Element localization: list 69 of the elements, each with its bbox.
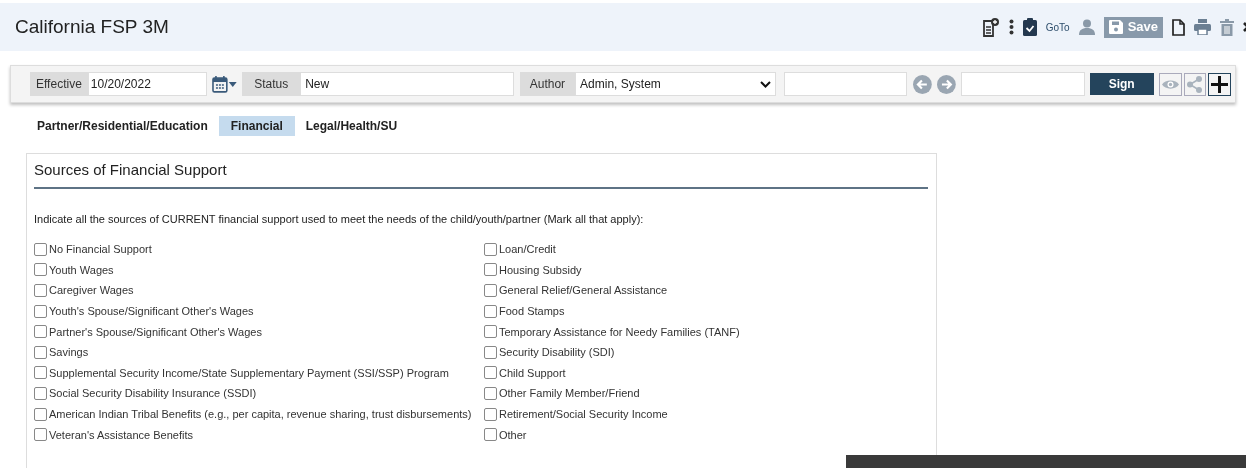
checkbox[interactable] — [484, 263, 497, 277]
plus-icon — [1211, 75, 1229, 93]
eye-button[interactable] — [1158, 72, 1182, 96]
next-icon[interactable] — [937, 74, 956, 94]
checkbox[interactable] — [34, 325, 47, 339]
status-field[interactable]: New — [300, 72, 514, 96]
checkbox[interactable] — [484, 325, 497, 339]
checkbox-label: Youth's Spouse/Significant Other's Wages — [49, 304, 254, 319]
share-icon — [1187, 75, 1203, 93]
checkbox[interactable] — [34, 386, 47, 400]
checkbox[interactable] — [484, 407, 497, 421]
checkbox-label: American Indian Tribal Benefits (e.g., per capita, revenue sharing, trust disbursements) — [49, 407, 472, 422]
date-field[interactable]: 10/20/2022 — [87, 72, 208, 96]
checkbox[interactable] — [484, 345, 497, 359]
person-icon[interactable] — [1078, 19, 1095, 35]
section-title: Sources of Financial Support — [34, 154, 928, 189]
checkbox-label: Other — [499, 427, 527, 442]
author-label: Author — [519, 72, 576, 96]
previous-icon[interactable] — [913, 74, 933, 94]
more-icon[interactable] — [1008, 19, 1014, 35]
trash-icon[interactable] — [1220, 18, 1234, 36]
checkbox-label: Food Stamps — [499, 304, 565, 319]
checkbox-label: Youth Wages — [49, 262, 114, 277]
checkbox-label: Caregiver Wages — [49, 283, 134, 298]
checkbox[interactable] — [34, 366, 47, 380]
checkbox-label: Other Family Member/Friend — [499, 386, 640, 401]
sign-button[interactable]: Sign — [1089, 73, 1154, 95]
clipboard-check-icon[interactable] — [1022, 18, 1037, 36]
checkbox[interactable] — [484, 428, 497, 442]
printer-icon[interactable] — [1194, 19, 1211, 35]
checkbox[interactable] — [484, 284, 497, 297]
text-field[interactable] — [960, 72, 1085, 96]
add-note-icon[interactable] — [982, 17, 1000, 37]
checkbox-label: Security Disability (SDI) — [499, 345, 615, 360]
checkbox-label: Loan/Credit — [499, 242, 556, 257]
checkbox[interactable] — [34, 428, 47, 442]
goto-button[interactable]: GoTo — [1045, 19, 1070, 35]
checkbox-label: Supplemental Security Income/State Supplementary Payment (SSI/SSP) Program — [49, 365, 449, 380]
checkbox[interactable] — [34, 407, 47, 421]
window-title: California FSP 3M — [15, 14, 169, 39]
checkbox-label: Veteran's Assistance Benefits — [49, 427, 193, 442]
checkbox-label: Child Support — [499, 365, 566, 380]
add-button[interactable] — [1208, 72, 1231, 96]
checkbox[interactable] — [484, 386, 497, 400]
text-field[interactable] — [783, 72, 908, 96]
checkbox-label: Retirement/Social Security Income — [499, 407, 668, 422]
checkbox-label: General Relief/General Assistance — [499, 283, 668, 298]
checkbox[interactable] — [34, 304, 47, 318]
checkbox[interactable] — [34, 284, 47, 297]
checkbox[interactable] — [484, 366, 497, 380]
checkbox[interactable] — [34, 263, 47, 277]
checkbox[interactable] — [34, 345, 47, 359]
checkbox-label: Partner's Spouse/Significant Other's Wages — [49, 324, 262, 339]
status-label: Status — [242, 72, 301, 96]
checkbox-label: No Financial Support — [49, 242, 152, 257]
checkbox-label: Social Security Disability Insurance (SSDI) — [49, 386, 257, 401]
instruction-text: Indicate all the sources of CURRENT financial support used to meet the needs of the child/youth/partner (Mark all that apply): — [34, 211, 645, 227]
checkbox[interactable] — [34, 242, 47, 256]
checkbox[interactable] — [484, 304, 497, 318]
document-icon[interactable] — [1172, 18, 1185, 36]
checkbox-label: Temporary Assistance for Needy Families (TANF) — [499, 324, 740, 339]
author-select[interactable]: Admin, System — [575, 72, 776, 96]
checkbox-label: Savings — [49, 345, 89, 360]
eye-icon — [1161, 78, 1179, 90]
chevron-down-icon — [759, 80, 771, 88]
effective-label: Effective — [30, 72, 88, 96]
tab[interactable]: Financial — [218, 116, 295, 136]
checkbox-label: Housing Subsidy — [499, 262, 582, 277]
checkbox[interactable] — [484, 242, 497, 256]
